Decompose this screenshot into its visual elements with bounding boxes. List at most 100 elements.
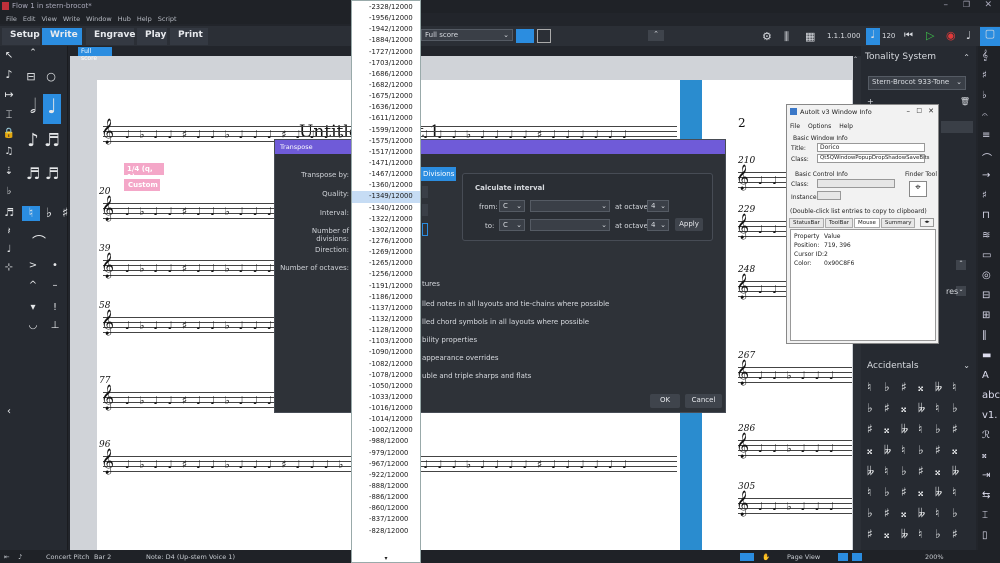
dropdown-option[interactable]: -1050/12000 [352,381,420,392]
dropdown-option[interactable]: -1137/12000 [352,303,420,314]
dropdown-option[interactable]: -922/12000 [352,470,420,481]
to-accidental-select[interactable]: ⌄ [530,219,610,231]
caret-icon[interactable]: ⇣ [0,166,18,177]
accidental-icon[interactable]: 𝄪 [901,506,906,521]
class-value[interactable]: Qt5QWindowPopupDropShadowSaveBits [817,154,930,163]
staccato-icon[interactable]: • [46,260,64,271]
natural-icon[interactable]: ♮ [22,206,40,221]
accidental-icon[interactable]: ♮ [952,485,956,499]
menu-script[interactable]: Script [158,15,177,23]
panel-tool-icon[interactable]: ⌒ [982,150,992,165]
accidental-icon[interactable]: ♯ [901,485,907,499]
accidental-icon[interactable]: ♯ [901,380,907,394]
dropdown-option[interactable]: -1956/12000 [352,13,420,24]
dropdown-option[interactable]: -1884/12000 [352,35,420,46]
minimize-icon[interactable]: – [944,0,949,10]
dropdown-option[interactable]: -979/12000 [352,448,420,459]
accidental-icon[interactable]: ♮ [918,422,922,436]
accidental-icon[interactable]: ♭ [867,506,873,520]
autoit-tab-statusbar[interactable]: StatusBar [789,218,824,228]
dropdown-option[interactable]: -888/12000 [352,481,420,492]
dropdown-option[interactable]: -1186/12000 [352,292,420,303]
menu-write[interactable]: Write [63,15,80,23]
accidental-icon[interactable]: ♭ [952,401,958,415]
accidental-icon[interactable]: ♮ [867,485,871,499]
accidental-icon[interactable]: 𝄫 [918,506,925,521]
apply-button[interactable]: Apply [675,218,703,231]
accidental-icon[interactable]: 𝄫 [901,422,908,437]
mode-play[interactable]: Play [137,28,167,45]
breve-icon[interactable]: ⊟ [22,70,40,83]
dropdown-option[interactable]: -1471/12000 [352,158,420,169]
dropdown-option[interactable]: -1103/12000 [352,336,420,347]
quarter-note-icon[interactable]: ♩ [43,94,61,124]
accidentals-collapse-icon[interactable]: ⌄ [963,361,970,370]
accidental-icon[interactable]: ♯ [952,422,958,436]
transpose-option[interactable]: lled chord symbols in all layouts where … [422,318,589,326]
accidental-icon[interactable]: ♯ [884,401,890,415]
autoit-close-icon[interactable]: ✕ [928,107,934,115]
panel-tool-icon[interactable]: ♭ [982,90,987,101]
panel-tool-icon[interactable]: ▭ [982,250,991,261]
dropdown-option[interactable]: -1675/12000 [352,91,420,102]
transpose-option[interactable]: lled notes in all layouts and tie-chains… [422,300,609,308]
dropdown-option[interactable]: -837/12000 [352,514,420,525]
note-status-icon[interactable]: ♪ [18,553,22,561]
dropdown-option[interactable]: -828/12000 [352,526,420,537]
rewind-icon[interactable]: ⏮ [904,30,913,41]
play-icon[interactable]: ▷ [926,29,934,42]
dropdown-option[interactable]: -1082/12000 [352,359,420,370]
zoom-level[interactable]: 200% [925,553,944,561]
dropdown-option[interactable]: -2328/12000 [352,2,420,13]
property-list[interactable]: Property Value Position: 719, 396 Cursor ID:… [790,229,936,341]
accidental-icon[interactable]: ♯ [935,443,941,457]
layout-select[interactable]: Full score ⌄ [421,29,513,41]
divisions-field[interactable] [422,223,428,236]
accidental-icon[interactable]: ♭ [935,422,941,436]
panel-tool-icon[interactable]: ⊞ [982,310,990,321]
scroll-down-icon[interactable]: ▾ [352,555,420,562]
autoit-tab-toolbar[interactable]: ToolBar [824,218,854,228]
menu-file[interactable]: File [6,15,17,23]
dropdown-option[interactable]: -1128/12000 [352,325,420,336]
accidental-icon[interactable]: 𝄫 [935,380,942,395]
signpost-fraction[interactable]: 1/4 (q, 1) [124,163,164,181]
accidental-icon[interactable]: ♮ [884,464,888,478]
sixtyfourth-note-icon[interactable]: ♬ [43,164,61,183]
unstress-icon[interactable]: ◡ [24,320,42,331]
panel-tool-icon[interactable]: A [982,370,989,381]
eighth-note-icon[interactable]: ♪ [24,130,42,151]
transpose-option[interactable]: appearance overrides [422,354,498,362]
chevron-up-icon[interactable]: ⌃ [648,30,664,41]
to-note-select[interactable]: C ⌄ [499,219,525,231]
split-icon[interactable]: ⊹ [0,262,18,273]
menu-edit[interactable]: Edit [23,15,36,23]
transpose-option[interactable]: uble and triple sharps and flats [422,372,531,380]
dropdown-option[interactable]: -1322/12000 [352,214,420,225]
hand-icon[interactable]: ✋ [762,553,770,561]
interval-field[interactable] [422,204,428,216]
page-view-icon[interactable] [537,29,551,43]
autoit-menu-file[interactable]: File [790,123,800,130]
accidental-icon[interactable]: 𝄫 [935,485,942,500]
transpose-option[interactable]: tures [422,280,440,288]
dropdown-option[interactable]: -1727/12000 [352,47,420,58]
accidental-icon[interactable]: ♮ [935,401,939,415]
tempo-note-icon[interactable]: ♩ [866,28,880,45]
autoit-maximize-icon[interactable]: □ [916,107,922,114]
metronome-icon[interactable]: ♩ [966,29,971,42]
panel-tool-icon[interactable]: 𝄐 [982,110,988,121]
autoit-tab-mouse[interactable]: Mouse [854,218,880,228]
title-value[interactable]: Dorico [817,143,925,152]
panel-tool-icon[interactable]: abc [982,390,1000,401]
dropdown-option[interactable]: -1014/12000 [352,414,420,425]
concert-pitch[interactable]: Concert Pitch [46,553,89,561]
maximize-icon[interactable]: ❐ [963,0,970,9]
keyboard-icon[interactable]: ▦ [805,30,815,43]
dropdown-option[interactable]: -1636/12000 [352,102,420,113]
dropdown-option[interactable]: -1575/12000 [352,136,420,147]
panel-tool-icon[interactable]: ∥ [982,330,987,341]
dropdown-option[interactable]: -860/12000 [352,503,420,514]
accidental-icon[interactable]: ♭ [867,401,873,415]
from-note-select[interactable]: C ⌄ [499,200,525,212]
